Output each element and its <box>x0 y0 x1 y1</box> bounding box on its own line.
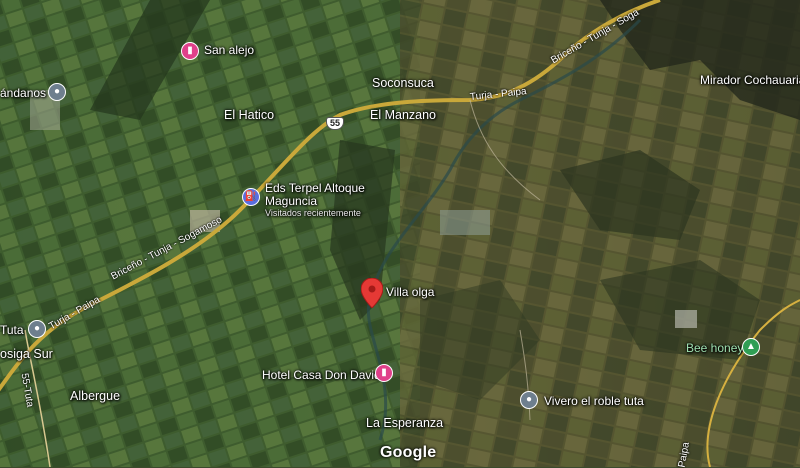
gas-station-icon[interactable]: ⛽ <box>242 188 260 206</box>
place-label-el-hatico[interactable]: El Hatico <box>224 108 274 122</box>
place-label-hotel-don-david[interactable]: Hotel Casa Don David <box>262 368 381 382</box>
place-label-mirador[interactable]: Mirador Cochauaria <box>700 73 800 87</box>
place-label-el-manzano[interactable]: El Manzano <box>370 108 436 122</box>
place-label-albergue[interactable]: Albergue <box>70 389 120 403</box>
place-icon[interactable]: ● <box>48 83 66 101</box>
google-logo: Google <box>380 444 437 461</box>
red-location-pin-icon[interactable] <box>361 278 383 308</box>
hotel-icon[interactable]: ▮ <box>181 42 199 60</box>
place-label-villa-olga[interactable]: Villa olga <box>386 285 434 299</box>
recently-visited-label: Visitados recientemente <box>265 208 361 218</box>
place-label-tuta[interactable]: Tuta <box>0 323 24 337</box>
hotel-icon[interactable]: ▮ <box>375 364 393 382</box>
place-label-maguncia[interactable]: Maguncia <box>265 194 317 208</box>
place-label-eds-terpel[interactable]: Eds Terpel Altoque <box>265 181 365 195</box>
place-label-arandanos[interactable]: ándanos <box>0 86 46 100</box>
place-label-vivero[interactable]: Vivero el roble tuta <box>544 394 644 408</box>
place-label-la-esperanza[interactable]: La Esperanza <box>366 416 443 430</box>
place-label-sosiga-sur[interactable]: osiga Sur <box>0 347 53 361</box>
place-label-bee-honey[interactable]: Bee honey <box>686 341 743 355</box>
place-label-san-alejo[interactable]: San alejo <box>204 43 254 57</box>
place-icon[interactable]: ● <box>28 320 46 338</box>
place-icon[interactable]: ● <box>520 391 538 409</box>
place-label-soconsuca[interactable]: Soconsuca <box>372 76 434 90</box>
park-icon[interactable]: ▲ <box>742 338 760 356</box>
